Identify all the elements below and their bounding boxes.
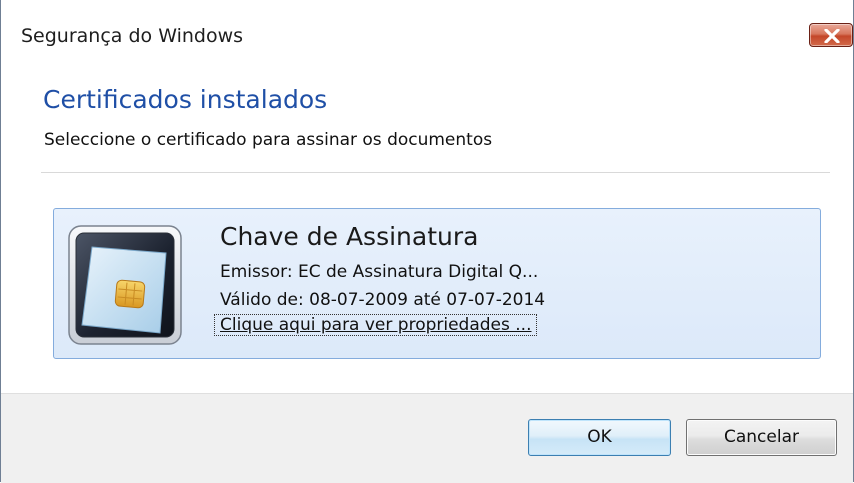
dialog-window: Segurança do Windows Certificados instal… <box>0 0 854 483</box>
separator <box>41 172 830 173</box>
smart-card-icon <box>68 225 182 345</box>
ok-button[interactable]: OK <box>528 419 671 456</box>
certificate-name: Chave de Assinatura <box>220 222 479 251</box>
certificate-properties-link[interactable]: Clique aqui para ver propriedades ... <box>214 314 537 336</box>
certificate-item[interactable]: Chave de Assinatura Emissor: EC de Assin… <box>53 208 821 359</box>
dialog-heading: Certificados instalados <box>43 85 328 114</box>
cancel-button[interactable]: Cancelar <box>686 419 837 456</box>
close-button[interactable] <box>809 23 853 47</box>
dialog-instruction: Seleccione o certificado para assinar os… <box>44 130 493 150</box>
close-icon <box>824 29 840 43</box>
button-bar: OK Cancelar <box>1 393 853 483</box>
title-bar[interactable]: Segurança do Windows <box>1 0 853 70</box>
certificate-validity: Válido de: 08-07-2009 até 07-07-2014 <box>220 290 546 310</box>
window-title: Segurança do Windows <box>21 25 244 47</box>
certificate-issuer: Emissor: EC de Assinatura Digital Q... <box>220 262 539 282</box>
